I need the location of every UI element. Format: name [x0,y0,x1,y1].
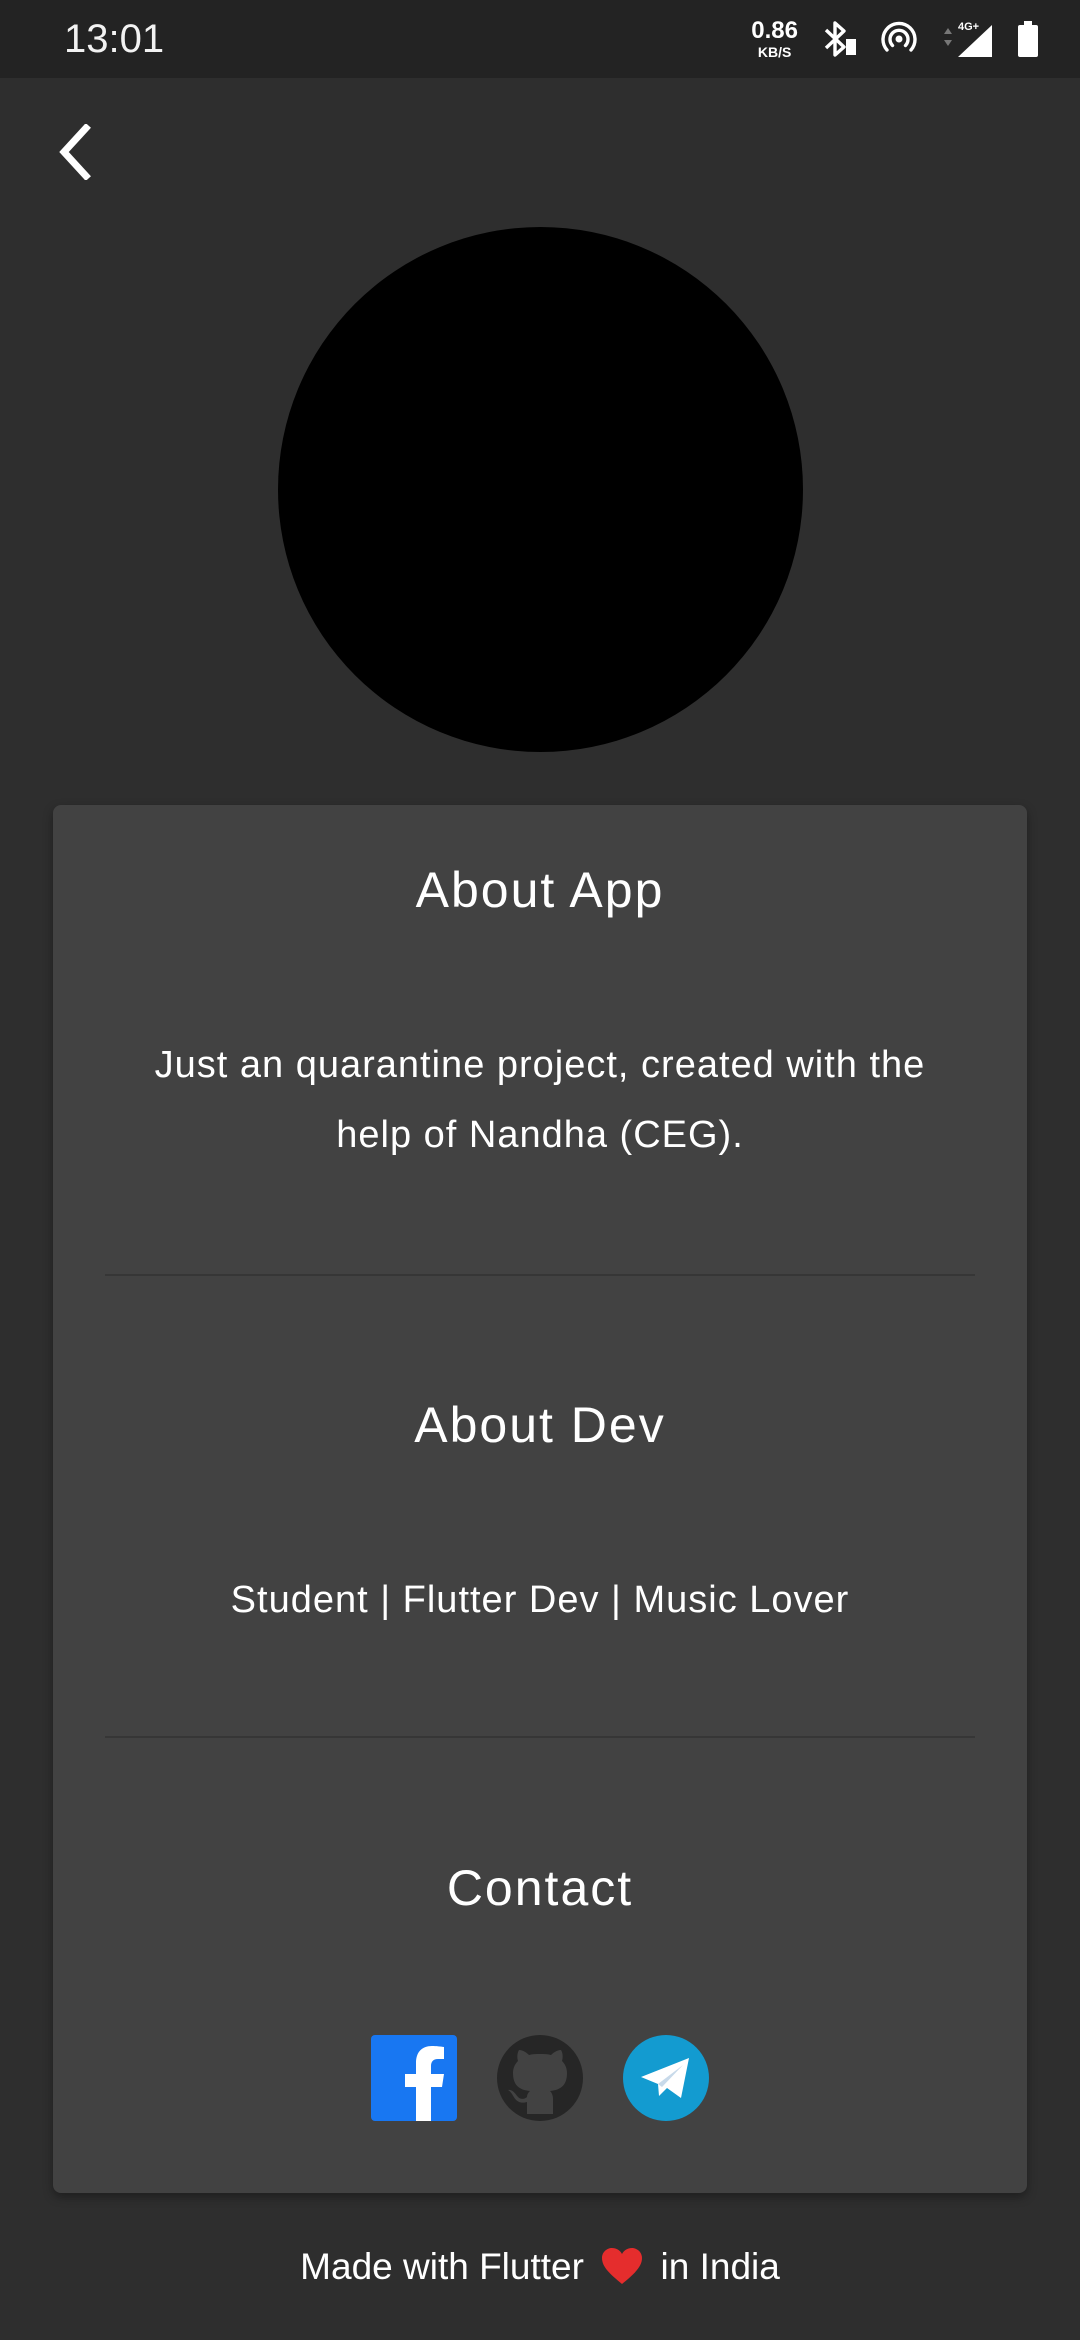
telegram-icon[interactable] [623,2035,709,2121]
signal-icon: 4G+ [944,21,992,57]
about-app-text: Just an quarantine project, created with… [154,1044,926,1156]
network-speed-unit: KB/S [757,44,792,60]
contact-title: Contact [446,1860,634,1916]
footer-text-before: Made with Flutter [300,2246,584,2287]
bluetooth-icon [824,21,856,57]
heart-icon [602,2248,643,2285]
divider [105,1274,975,1276]
status-icons: 0.86 KB/S 4G+ [751,14,1040,64]
about-dev-text: Student | Flutter Dev | Music Lover [230,1579,850,1621]
about-dev-title: About Dev [414,1397,666,1453]
network-speed: 0.86 KB/S [751,17,798,60]
back-button[interactable] [40,116,112,188]
footer: Made with Flutter in India [0,2240,1080,2294]
status-time: 13:01 [64,17,165,61]
status-bar: 13:01 0.86 KB/S 4G+ [0,0,1080,78]
avatar [278,227,803,752]
footer-text-after: in India [660,2246,780,2287]
info-card: About App Just an quarantine project, cr… [53,805,1027,2193]
hotspot-icon [881,21,917,52]
chevron-left-icon [59,124,91,180]
github-icon[interactable] [497,2035,583,2121]
facebook-icon[interactable] [371,2035,457,2121]
divider [105,1736,975,1738]
network-speed-value: 0.86 [751,17,798,44]
network-type: 4G+ [958,21,979,33]
battery-icon [1018,21,1038,57]
contact-links [53,2035,1027,2121]
about-app-title: About App [415,862,665,918]
